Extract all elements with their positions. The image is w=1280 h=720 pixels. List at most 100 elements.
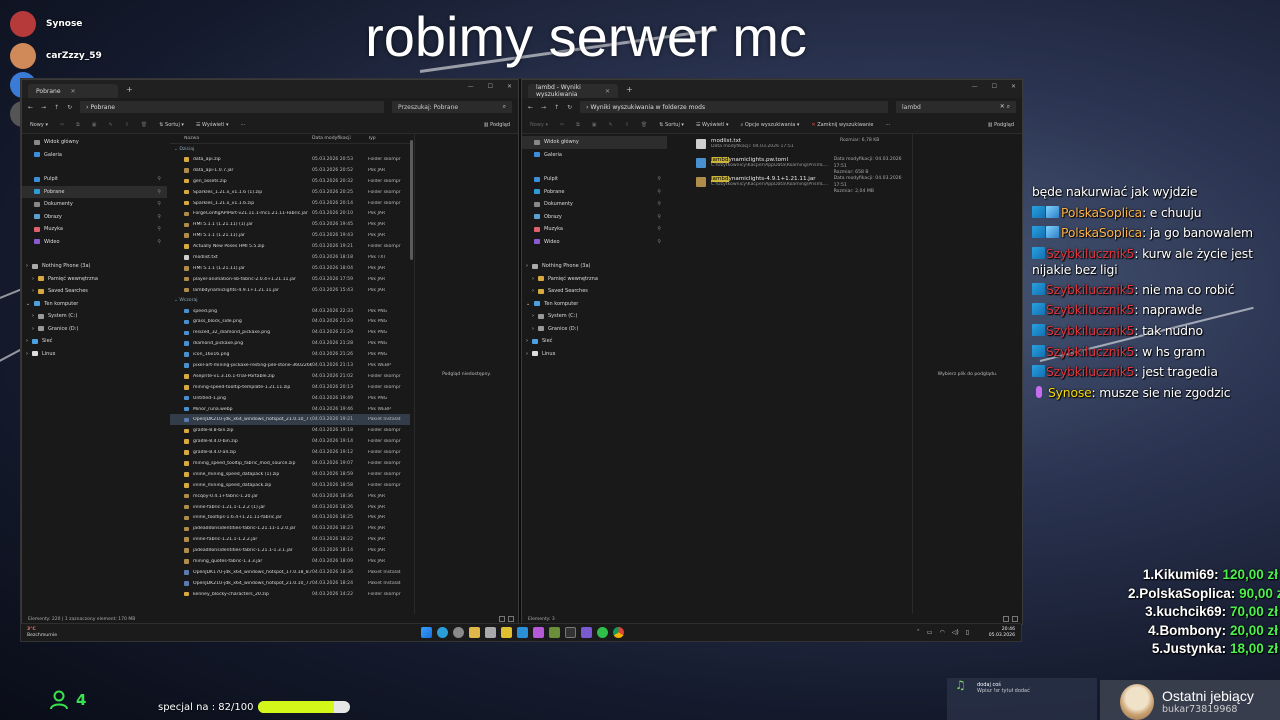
close-tab-icon[interactable]: ✕ xyxy=(605,88,610,95)
new-tab-icon[interactable]: + xyxy=(626,85,633,94)
file-row[interactable]: mining-speed-tooltip-template-1.21.11.zi… xyxy=(170,382,410,393)
tab-search-results[interactable]: lambd - Wyniki wyszukiwania ✕ xyxy=(528,84,618,98)
address-input[interactable]: › Wyniki wyszukiwania w folderze mods xyxy=(580,101,888,113)
file-row[interactable]: gradle-8.8-bin.zip 04.03.2026 19:18 Folder… xyxy=(170,425,410,436)
clock[interactable]: 20:46 05.03.2026 xyxy=(989,627,1015,639)
nav-this-pc[interactable]: ⌄ Ten komputer xyxy=(22,298,167,311)
group-header-today[interactable]: ⌄ Dzisiaj xyxy=(170,144,410,154)
refresh-icon[interactable]: ↻ xyxy=(67,104,72,111)
file-row[interactable]: icon_16x16.png 04.03.2026 21:26 Plik PNG xyxy=(170,349,410,360)
column-type[interactable]: Typ xyxy=(368,136,408,141)
chrome-icon[interactable] xyxy=(613,627,624,638)
start-icon[interactable] xyxy=(421,627,432,638)
forward-icon[interactable]: → xyxy=(41,104,46,111)
file-row[interactable]: speed.png 04.03.2026 22:33 Plik PNG xyxy=(170,306,410,317)
weather-widget[interactable]: 3°C Bezchmurnie xyxy=(27,627,57,638)
new-button[interactable]: Nowy ▾ xyxy=(530,122,548,128)
file-row[interactable]: inline-fabric-1.21.1-1.2.2.jar 04.03.2026… xyxy=(170,534,410,545)
nav-drive-c[interactable]: › System (C:) xyxy=(522,310,667,323)
nav-linux[interactable]: › Linux xyxy=(22,348,167,361)
close-window-icon[interactable]: ✕ xyxy=(1011,83,1016,90)
nav-gallery[interactable]: Galeria xyxy=(522,149,667,162)
nav-phone[interactable]: › Nothing Phone (3a) xyxy=(22,260,167,273)
more-button[interactable]: ··· xyxy=(886,122,891,128)
view-button[interactable]: ☰ Wyświetl ▾ xyxy=(696,122,729,128)
nav-pinned-item[interactable]: Obrazy ⚲ xyxy=(22,211,167,224)
share-icon[interactable]: ⇪ xyxy=(625,122,629,128)
search-input[interactable]: lambd ✕ ⌕ xyxy=(896,101,1016,113)
cut-icon[interactable]: ✂ xyxy=(60,122,64,128)
nav-pinned-item[interactable]: Wideo ⚲ xyxy=(22,236,167,249)
settings-icon[interactable] xyxy=(453,627,464,638)
view-button[interactable]: ☰ Wyświetl ▾ xyxy=(196,122,229,128)
back-icon[interactable]: ← xyxy=(28,104,33,111)
file-row[interactable]: Aseprite-v1.3.16.1-trial-Portable.zip 04.… xyxy=(170,371,410,382)
file-row[interactable]: gradle-8.4.0-bin.zip 04.03.2026 19:14 Fold… xyxy=(170,436,410,447)
close-search-button[interactable]: ✕ Zamknij wyszukiwanie xyxy=(811,122,873,128)
details-view-icon[interactable] xyxy=(499,616,505,622)
nav-linux[interactable]: › Linux xyxy=(522,348,667,361)
file-row[interactable]: HMI 5.1.1 (1.21.11) (1).jar 05.03.2026 19… xyxy=(170,219,410,230)
maximize-icon[interactable]: ☐ xyxy=(992,83,997,90)
file-row[interactable]: mcqoy-0.4.1+fabric-1.20.jar 04.03.2026 18… xyxy=(170,491,410,502)
delete-icon[interactable]: 🗑 xyxy=(141,122,147,128)
app-icon[interactable] xyxy=(501,627,512,638)
file-row[interactable]: kenney_blocky-characters_20.zip 04.03.202… xyxy=(170,589,410,600)
nav-home[interactable]: Widok główny xyxy=(22,136,167,149)
file-row[interactable]: inline-fabric-1.21.1-1.2.2 (1).jar 04.03.… xyxy=(170,502,410,513)
nav-drive-d[interactable]: › Granice (D:) xyxy=(22,323,167,336)
details-pane-button[interactable]: ▥ Podgląd xyxy=(988,122,1014,128)
file-explorer-icon[interactable] xyxy=(469,627,480,638)
nav-gallery[interactable]: Galeria xyxy=(22,149,167,162)
viewer-entry[interactable]: carZzzy_59 xyxy=(10,43,102,69)
column-name[interactable]: Nazwa xyxy=(170,136,312,141)
forward-icon[interactable]: → xyxy=(541,104,546,111)
file-row[interactable]: OpenJDK17U-jdk_x64_windows_hotspot_17.0.… xyxy=(170,567,410,578)
search-result-item[interactable]: lambdynamiclights.pw.toml C:\Użytkownicy\… xyxy=(692,155,912,175)
nav-this-pc[interactable]: ⌄ Ten komputer xyxy=(522,298,667,311)
copy-icon[interactable]: ⧉ xyxy=(76,122,80,128)
file-row[interactable]: OpenJDK21U-jdk_x64_windows_hotspot_21.0.… xyxy=(170,578,410,589)
clear-search-icon[interactable]: ✕ ⌕ xyxy=(1000,103,1010,111)
sort-button[interactable]: ⇅ Sortuj ▾ xyxy=(159,122,184,128)
terminal-icon[interactable] xyxy=(565,627,576,638)
file-row[interactable]: diamond_pickaxe.png 04.03.2026 21:28 Plik … xyxy=(170,338,410,349)
app-icon[interactable] xyxy=(533,627,544,638)
file-row[interactable]: Actually New Poses HMI 5.5.zip 05.03.2026… xyxy=(170,241,410,252)
nav-pinned-item[interactable]: Dokumenty ⚲ xyxy=(522,198,667,211)
nav-drive-d[interactable]: › Granice (D:) xyxy=(522,323,667,336)
paste-icon[interactable]: ▣ xyxy=(592,122,597,128)
nav-internal-storage[interactable]: › Pamięć wewnętrzna xyxy=(22,273,167,286)
nav-pinned-item[interactable]: Obrazy ⚲ xyxy=(522,211,667,224)
address-input[interactable]: › Pobrane xyxy=(80,101,384,113)
rename-icon[interactable]: ✎ xyxy=(608,122,612,128)
tab-downloads[interactable]: Pobrane ✕ xyxy=(28,84,118,98)
share-icon[interactable]: ⇪ xyxy=(125,122,129,128)
file-row[interactable]: mining_speed_tooltip_fabric_mod_source.z… xyxy=(170,458,410,469)
nav-saved-searches[interactable]: › Saved Searches xyxy=(522,285,667,298)
file-row[interactable]: inline_tooltips-1.6.4+1.21.11-fabric.jar… xyxy=(170,513,410,524)
wifi-icon[interactable]: ◠ xyxy=(939,629,944,636)
new-button[interactable]: Nowy ▾ xyxy=(30,122,48,128)
search-options-button[interactable]: ⌕ Opcje wyszukiwania ▾ xyxy=(740,122,799,128)
nav-pinned-item[interactable]: Muzyka ⚲ xyxy=(22,223,167,236)
nav-saved-searches[interactable]: › Saved Searches xyxy=(22,285,167,298)
nav-phone[interactable]: › Nothing Phone (3a) xyxy=(522,260,667,273)
file-row[interactable]: gen_assets.zip 05.03.2026 20:32 Folder sko… xyxy=(170,176,410,187)
nav-drive-c[interactable]: › System (C:) xyxy=(22,310,167,323)
more-button[interactable]: ··· xyxy=(240,122,245,128)
whatsapp-icon[interactable] xyxy=(597,627,608,638)
sort-button[interactable]: ⇅ Sortuj ▾ xyxy=(659,122,684,128)
file-row[interactable]: gradle-8.4.0-all.zip 04.03.2026 19:12 Fold… xyxy=(170,447,410,458)
maximize-icon[interactable]: ☐ xyxy=(488,83,493,90)
tiles-view-icon[interactable] xyxy=(508,616,514,622)
nav-pinned-item[interactable]: Dokumenty ⚲ xyxy=(22,198,167,211)
minecraft-icon[interactable] xyxy=(549,627,560,638)
file-row[interactable]: inline_mining_speed_datapack (1).zip 04.0… xyxy=(170,469,410,480)
search-result-item[interactable]: modlist.txt Data modyfikacji: 04.03.2026 … xyxy=(692,136,912,155)
minimize-icon[interactable]: — xyxy=(972,83,978,90)
file-row[interactable]: resized_32_diamond_pickaxe.png 04.03.2026… xyxy=(170,327,410,338)
viewer-entry[interactable]: Synose xyxy=(10,11,82,37)
nav-pinned-item[interactable]: Muzyka ⚲ xyxy=(522,223,667,236)
nav-pinned-item[interactable]: Wideo ⚲ xyxy=(522,236,667,249)
